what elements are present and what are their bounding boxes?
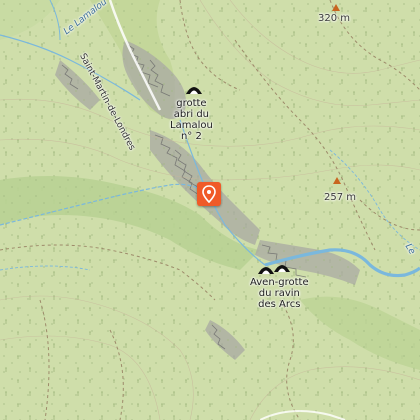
cave-label-lamalou: grotte abri du Lamalou n° 2	[170, 98, 213, 142]
map-canvas[interactable]: Le Lamalou Saint-Martin-de-Londres Le 32…	[0, 0, 420, 420]
cave-label-ravin-des-arcs: Aven-grotte du ravin des Arcs	[250, 277, 309, 310]
location-pin-icon	[202, 185, 216, 203]
peak-elevation-320: 320 m	[318, 13, 351, 24]
map-base-layer	[0, 0, 420, 420]
cave-label-line: Aven-grotte	[250, 277, 309, 288]
peak-elevation-257: 257 m	[324, 192, 357, 203]
peak-triangle-icon	[333, 177, 341, 184]
cave-icon[interactable]	[258, 264, 274, 274]
cave-icon[interactable]	[186, 84, 202, 94]
peak-triangle-icon	[332, 4, 340, 11]
cave-label-line: des Arcs	[258, 299, 301, 310]
cave-icon[interactable]	[274, 262, 290, 272]
location-pin-marker[interactable]	[197, 182, 221, 206]
cave-label-line: n° 2	[180, 131, 202, 142]
cave-label-line: grotte	[176, 98, 207, 109]
cave-label-line: Lamalou	[170, 120, 213, 131]
cave-label-line: abri du	[173, 109, 210, 120]
cave-label-line: du ravin	[258, 288, 300, 299]
